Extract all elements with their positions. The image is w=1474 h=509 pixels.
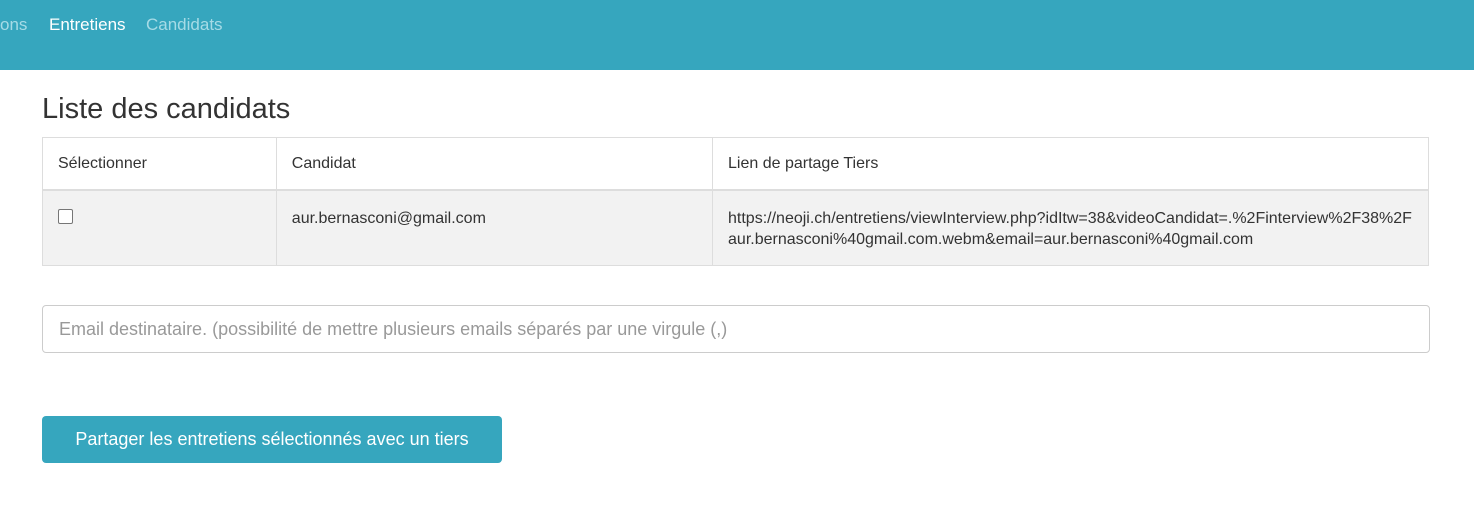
recipient-email-input[interactable] (42, 305, 1430, 353)
top-navbar: ons Entretiens Candidats (0, 0, 1474, 70)
candidate-email-cell: aur.bernasconi@gmail.com (275, 189, 714, 266)
nav-item-entretiens[interactable]: Entretiens (49, 14, 126, 36)
share-link-cell[interactable]: https://neoji.ch/entretiens/viewIntervie… (712, 189, 1429, 266)
table-header-row: Sélectionner Candidat Lien de partage Ti… (42, 137, 1429, 191)
candidates-table: Sélectionner Candidat Lien de partage Ti… (42, 137, 1429, 266)
column-header-candidate: Candidat (275, 137, 714, 191)
select-cell (42, 189, 277, 266)
page-title: Liste des candidats (42, 93, 291, 125)
nav-item-truncated[interactable]: ons (0, 14, 27, 36)
nav-item-candidats[interactable]: Candidats (146, 14, 223, 36)
share-interviews-button[interactable]: Partager les entretiens sélectionnés ave… (42, 416, 502, 463)
column-header-share-link: Lien de partage Tiers (712, 137, 1429, 191)
column-header-select: Sélectionner (42, 137, 277, 191)
select-candidate-checkbox[interactable] (58, 209, 73, 224)
table-row: aur.bernasconi@gmail.com https://neoji.c… (42, 189, 1429, 266)
